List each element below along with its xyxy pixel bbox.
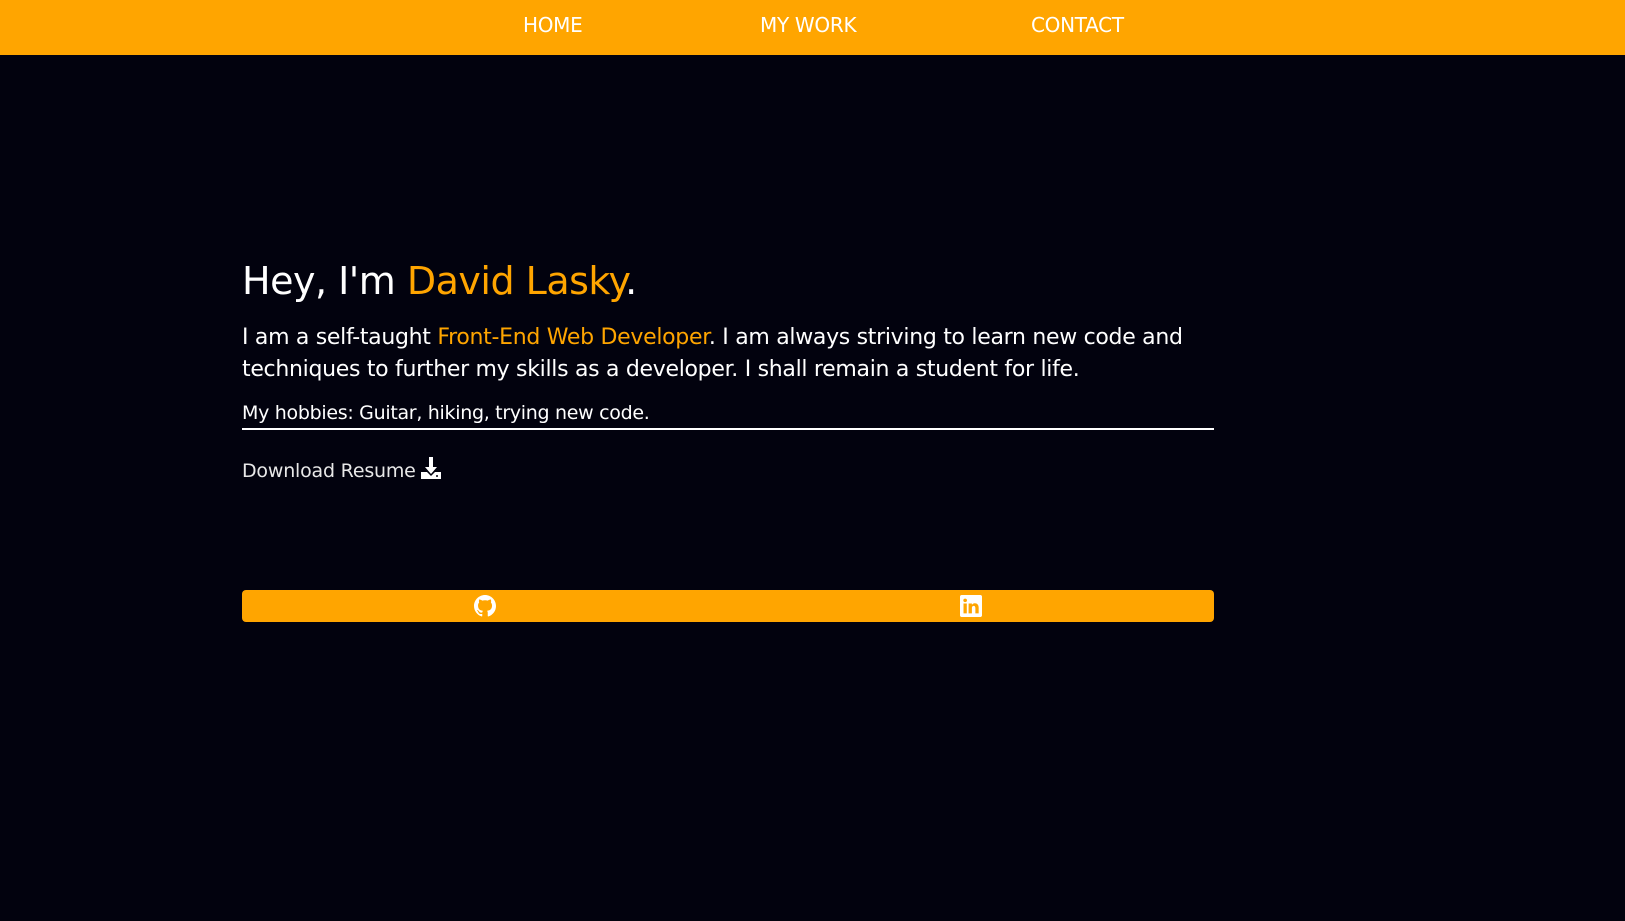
name-highlight: David Lasky <box>406 259 626 303</box>
hobbies-text: My hobbies: Guitar, hiking, trying new c… <box>242 398 1214 430</box>
greeting-suffix: . <box>625 259 637 303</box>
nav-home-link[interactable]: HOME <box>523 0 583 50</box>
nav-my-work-link[interactable]: MY WORK <box>760 0 857 50</box>
download-icon <box>420 456 442 489</box>
download-resume-label: Download Resume <box>242 460 416 482</box>
linkedin-link[interactable] <box>960 595 982 617</box>
bio-paragraph: I am a self-taught Front-End Web Develop… <box>242 322 1214 386</box>
role-highlight: Front-End Web Developer <box>437 325 709 350</box>
top-navbar: HOME MY WORK CONTACT <box>0 0 1625 55</box>
github-link[interactable] <box>474 595 496 617</box>
greeting-heading: Hey, I'm David Lasky. <box>242 250 1214 312</box>
nav-contact-link[interactable]: CONTACT <box>1031 0 1124 50</box>
bio-prefix: I am a self-taught <box>242 325 438 350</box>
greeting-prefix: Hey, I'm <box>242 259 407 303</box>
linkedin-icon <box>960 595 982 621</box>
github-icon <box>474 595 496 621</box>
download-resume-link[interactable]: Download Resume <box>242 456 442 489</box>
intro-section: Hey, I'm David Lasky. I am a self-taught… <box>242 250 1214 482</box>
social-links-bar <box>242 590 1214 622</box>
